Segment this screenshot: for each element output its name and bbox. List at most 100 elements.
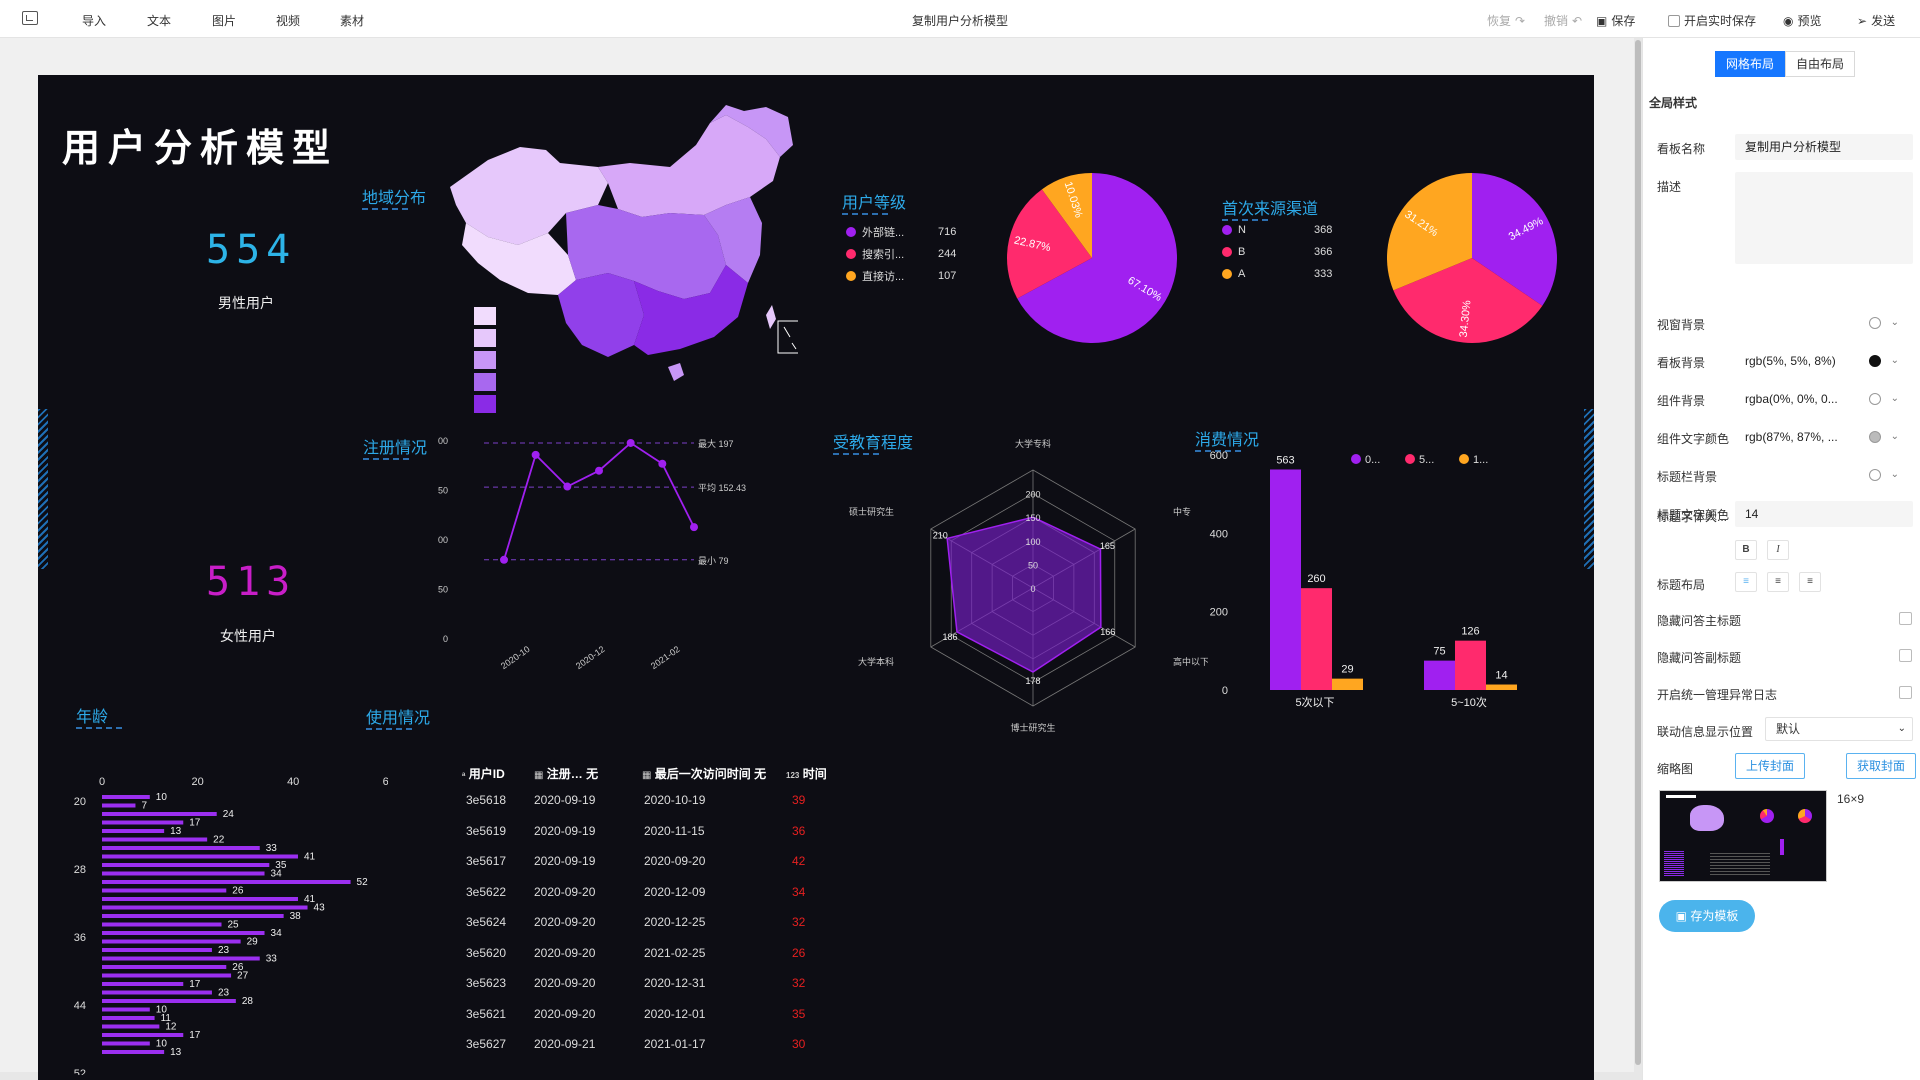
- legend-label[interactable]: 5...: [1419, 454, 1434, 466]
- bar[interactable]: [102, 939, 241, 944]
- bar[interactable]: [102, 812, 217, 816]
- tab-grid-layout[interactable]: 网格布局: [1715, 51, 1786, 77]
- error-log-checkbox[interactable]: [1899, 686, 1912, 699]
- color-picker-field[interactable]: ⌄: [1735, 310, 1903, 336]
- bar[interactable]: [102, 914, 284, 918]
- bar[interactable]: [102, 1041, 150, 1046]
- chevron-down-icon[interactable]: ⌄: [1891, 310, 1899, 336]
- source-channel-pie-chart[interactable]: 34.49%34.30%31.21%: [1382, 168, 1562, 348]
- bar[interactable]: [102, 871, 265, 876]
- align-left-icon[interactable]: ≡: [1735, 572, 1757, 592]
- bar[interactable]: [102, 1033, 184, 1037]
- radar-area[interactable]: [946, 516, 1102, 673]
- bar[interactable]: [102, 990, 212, 995]
- color-swatch[interactable]: [1869, 469, 1881, 481]
- table-header-userid[interactable]: ᵃ 用户ID: [462, 765, 505, 785]
- chevron-down-icon[interactable]: ⌄: [1891, 424, 1899, 450]
- hide-sub-title-checkbox[interactable]: [1899, 649, 1912, 662]
- bar[interactable]: [102, 803, 136, 808]
- get-cover-button[interactable]: 获取封面: [1846, 753, 1917, 779]
- legend-label[interactable]: 1...: [1473, 454, 1488, 466]
- bar[interactable]: [102, 863, 270, 867]
- user-level-pie-chart[interactable]: 67.10%22.87%10.03%: [1002, 168, 1182, 348]
- bold-button[interactable]: B: [1735, 540, 1757, 560]
- legend-dot[interactable]: [1351, 454, 1361, 464]
- undo-button[interactable]: 撤销 ↶: [1544, 12, 1582, 29]
- bar[interactable]: [1301, 588, 1332, 690]
- bar[interactable]: [102, 880, 351, 884]
- bar[interactable]: [102, 973, 232, 978]
- register-line-chart[interactable]: 0 50 100 150 200 最大 197 平均 152.43 最小 79 2020-10 2…: [438, 435, 858, 725]
- map-legend-swatch-1[interactable]: [474, 307, 496, 325]
- menu-import[interactable]: 导入: [82, 12, 106, 29]
- line-point[interactable]: [658, 459, 667, 468]
- description-textarea[interactable]: [1735, 172, 1913, 264]
- bar[interactable]: [102, 1016, 155, 1020]
- restore-button[interactable]: 恢复 ↷: [1487, 12, 1525, 29]
- logo-icon[interactable]: [22, 11, 38, 25]
- bar[interactable]: [102, 1050, 165, 1054]
- chevron-down-icon[interactable]: ⌄: [1891, 462, 1899, 488]
- legend-label[interactable]: 0...: [1365, 454, 1380, 466]
- realtime-save-checkbox[interactable]: [1668, 14, 1680, 27]
- source-legend-item-3[interactable]: A 333: [1222, 268, 1332, 280]
- color-swatch[interactable]: [1869, 355, 1881, 367]
- bar[interactable]: [102, 829, 165, 833]
- bar[interactable]: [102, 846, 260, 850]
- board-name-input[interactable]: 复制用户分析模型: [1735, 134, 1913, 160]
- bar[interactable]: [1332, 678, 1363, 690]
- map-region-north[interactable]: [598, 115, 780, 217]
- legend-dot[interactable]: [1405, 454, 1415, 464]
- line-point[interactable]: [595, 466, 603, 475]
- menu-image[interactable]: 图片: [212, 12, 236, 29]
- save-as-template-button[interactable]: ▣ 存为模板: [1659, 900, 1755, 932]
- tab-free-layout[interactable]: 自由布局: [1785, 51, 1856, 77]
- source-legend-item-2[interactable]: B 366: [1222, 246, 1332, 258]
- table-header-register[interactable]: ▦ 注册… 无: [534, 765, 598, 785]
- bar[interactable]: [102, 922, 222, 927]
- line-point[interactable]: [690, 523, 698, 532]
- color-picker-field[interactable]: rgb(87%, 87%, ... ⌄: [1735, 424, 1903, 450]
- bar[interactable]: [102, 965, 227, 969]
- table-header-last-visit[interactable]: ▦ 最后一次访问时间 无: [642, 765, 766, 785]
- title-font-size-input[interactable]: 14: [1735, 501, 1913, 527]
- menu-text[interactable]: 文本: [147, 12, 171, 29]
- table-header-interval[interactable]: 123 时间间: [786, 765, 826, 785]
- bar[interactable]: [102, 948, 212, 952]
- hide-main-title-checkbox[interactable]: [1899, 612, 1912, 625]
- consume-bar-chart[interactable]: 0 200 400 600 0... 5... 1... 563 260 29 5次以下 75 126 1…: [1188, 435, 1588, 735]
- bar[interactable]: [102, 1007, 150, 1012]
- color-picker-field[interactable]: rgba(0%, 0%, 0... ⌄: [1735, 386, 1903, 412]
- legend-dot[interactable]: [1459, 454, 1469, 464]
- color-swatch[interactable]: [1869, 431, 1881, 443]
- map-legend-swatch-2[interactable]: [474, 329, 496, 347]
- scrollbar-thumb[interactable]: [1635, 40, 1641, 1065]
- bar[interactable]: [102, 888, 227, 893]
- menu-video[interactable]: 视频: [276, 12, 300, 29]
- age-bar-chart[interactable]: 0204060107241713223341353452264143382534…: [38, 755, 388, 1075]
- line-point[interactable]: [563, 482, 572, 491]
- education-radar-chart[interactable]: 050100150200165166178186210大学专科中专高中以下博士研…: [828, 437, 1208, 737]
- color-picker-field[interactable]: ⌄: [1735, 462, 1903, 488]
- align-right-icon[interactable]: ≡: [1799, 572, 1821, 592]
- color-picker-field[interactable]: rgb(5%, 5%, 8%) ⌄: [1735, 348, 1903, 374]
- send-button[interactable]: ➢ 发送: [1857, 12, 1895, 29]
- level-legend-item-2[interactable]: 搜索引... 244: [846, 246, 956, 262]
- line-point[interactable]: [531, 450, 540, 459]
- realtime-save-toggle[interactable]: 开启实时保存: [1668, 12, 1756, 29]
- bar[interactable]: [102, 982, 184, 986]
- color-swatch[interactable]: [1869, 393, 1881, 405]
- map-region-taiwan[interactable]: [766, 305, 776, 329]
- bar[interactable]: [102, 999, 236, 1003]
- level-legend-item-3[interactable]: 直接访... 107: [846, 268, 956, 284]
- color-swatch[interactable]: [1869, 317, 1881, 329]
- bar[interactable]: [102, 820, 184, 825]
- preview-button[interactable]: ◉ 预览: [1783, 12, 1822, 29]
- bar[interactable]: [1424, 660, 1455, 690]
- bar[interactable]: [102, 837, 208, 842]
- map-legend-swatch-5[interactable]: [474, 395, 496, 413]
- bar[interactable]: [102, 1024, 160, 1029]
- menu-material[interactable]: 素材: [340, 12, 364, 29]
- save-button[interactable]: ▣ 保存: [1596, 12, 1635, 29]
- level-legend-item-1[interactable]: 外部链... 716: [846, 224, 956, 240]
